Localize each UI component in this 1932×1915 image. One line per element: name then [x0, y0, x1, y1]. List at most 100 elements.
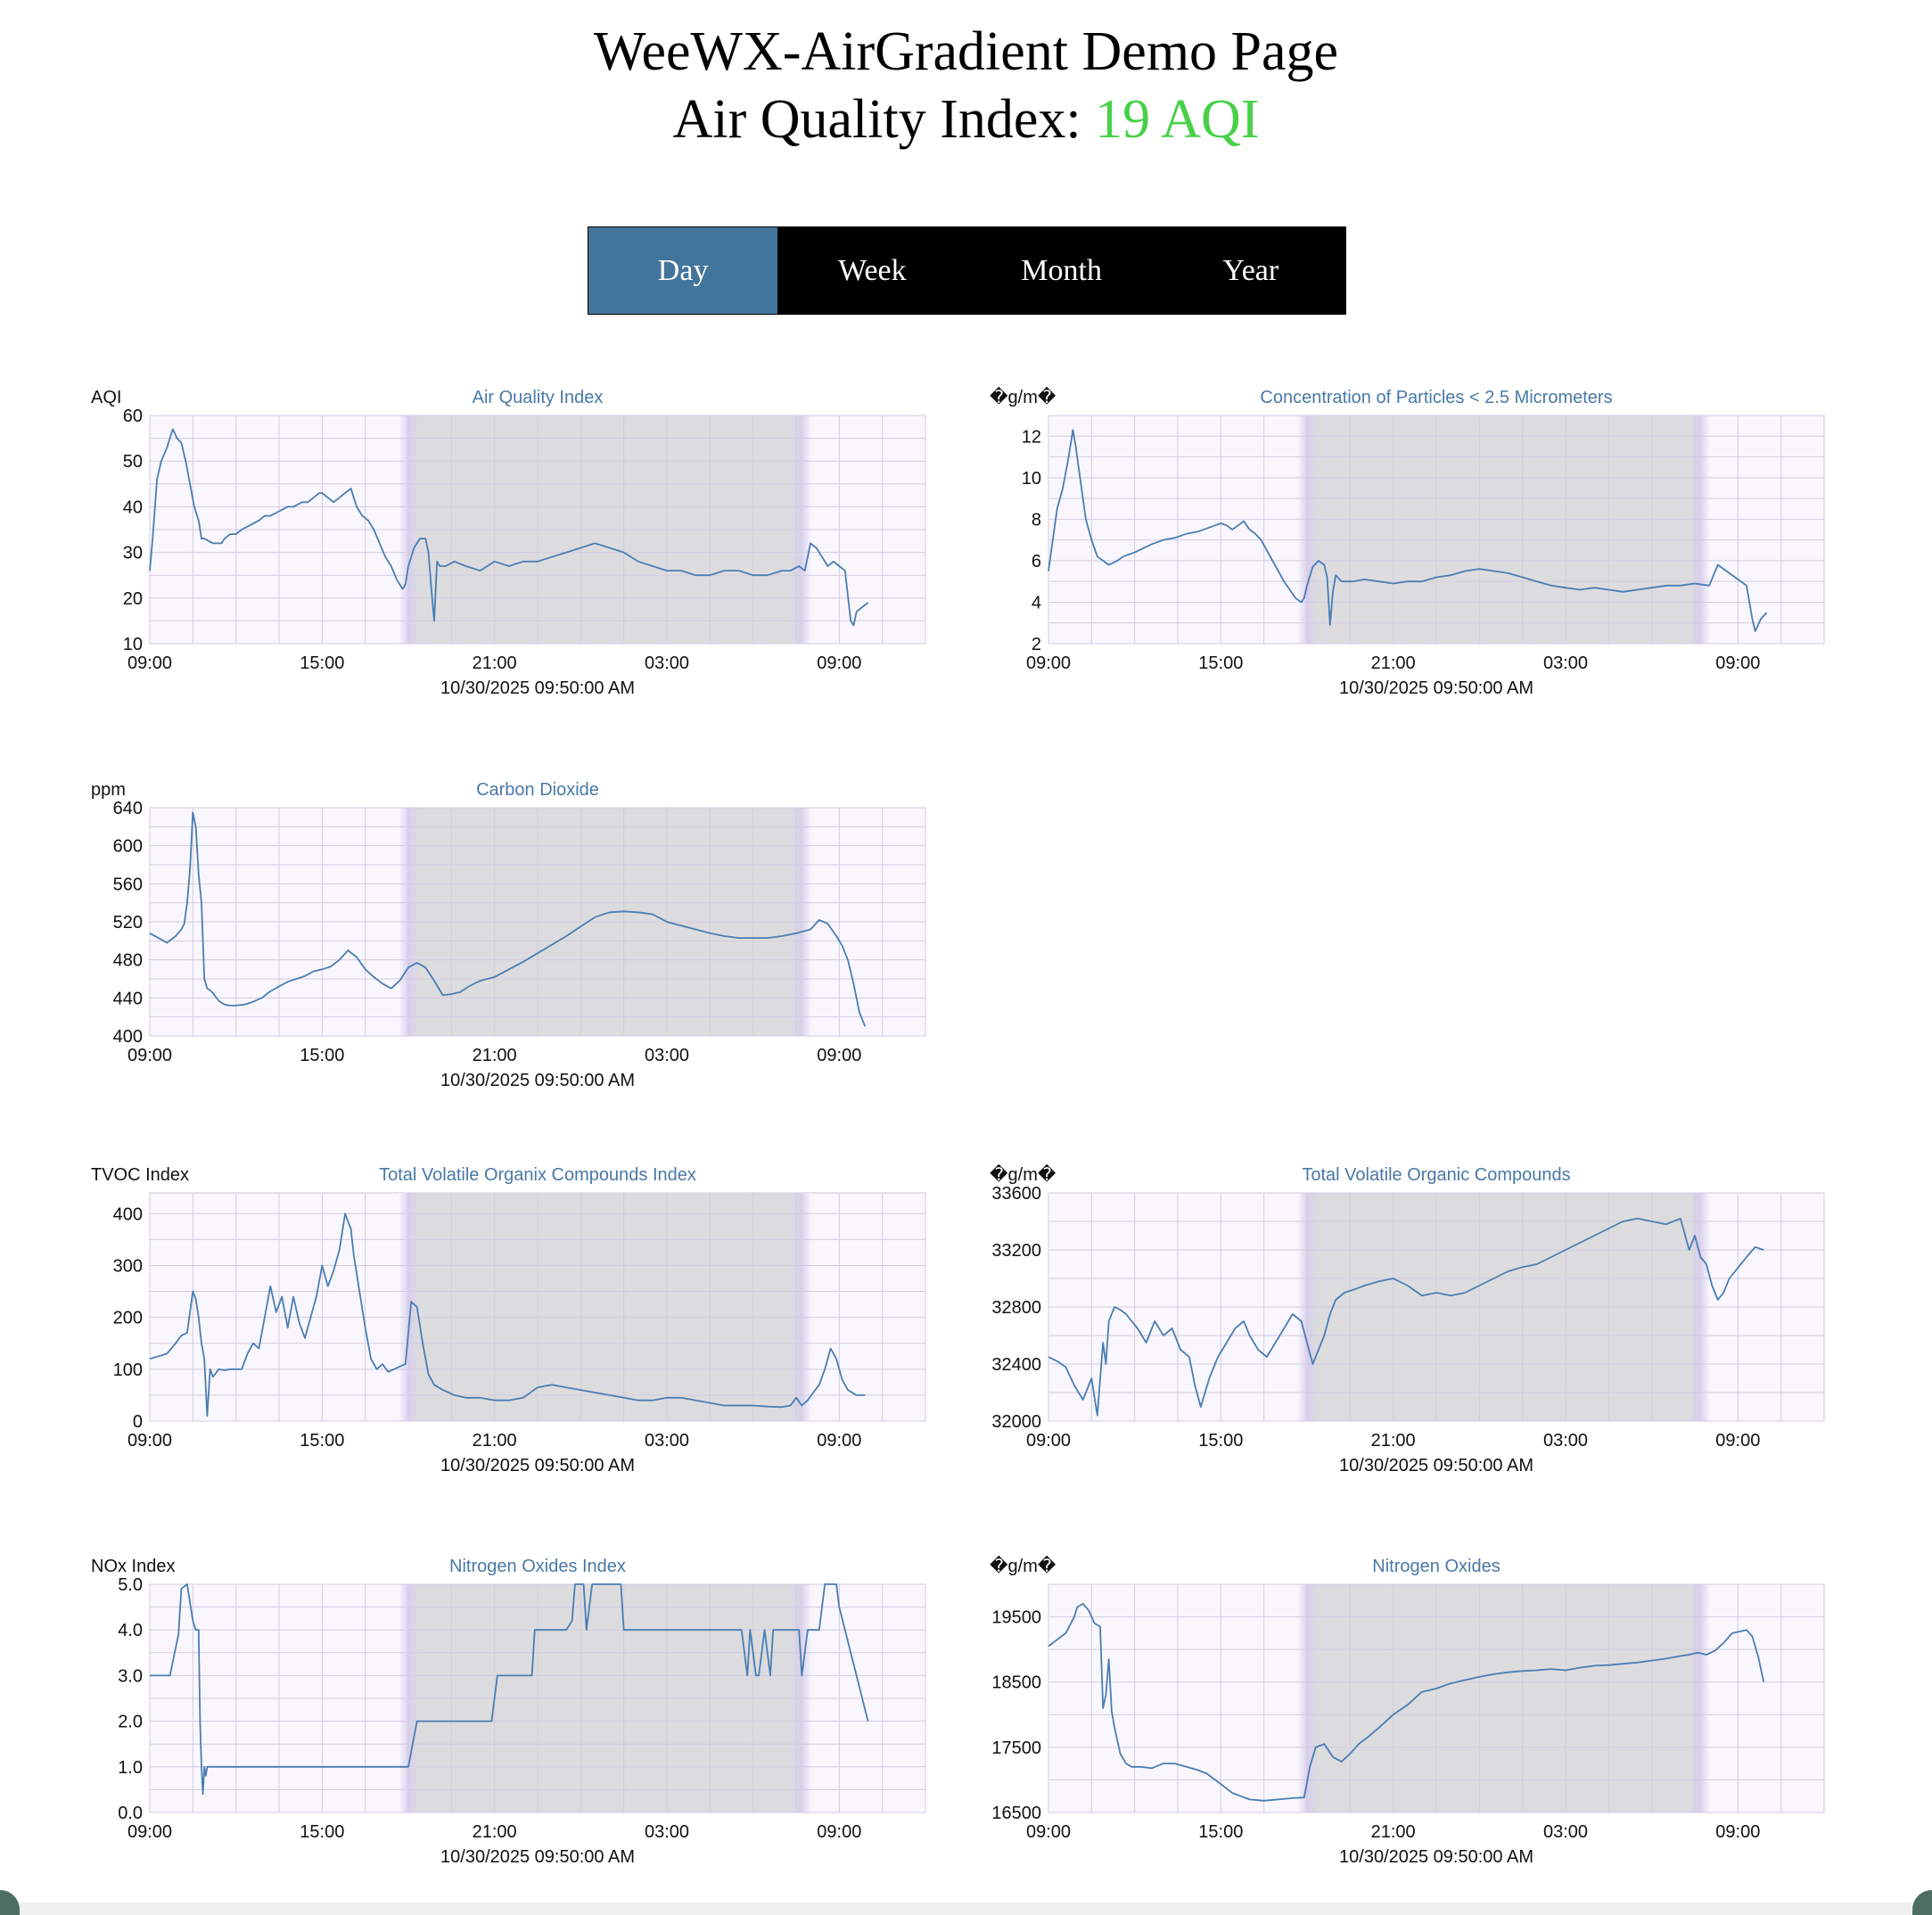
- y-tick-label: 32800: [991, 1298, 1041, 1318]
- x-tick-label: 09:00: [127, 1431, 172, 1451]
- x-tick-label: 09:00: [1715, 653, 1760, 673]
- y-tick-label: 30: [123, 544, 143, 563]
- tab-month[interactable]: Month: [967, 227, 1156, 314]
- x-tick-label: 21:00: [1371, 1431, 1416, 1451]
- x-tick-label: 09:00: [817, 1822, 861, 1842]
- x-tick-label: 09:00: [1715, 1431, 1760, 1451]
- x-tick-label: 21:00: [473, 1046, 517, 1065]
- chart-svg: 32000 32400 32800 33200 33600 09:00 15:00 21:00…: [990, 1163, 1825, 1475]
- chart-timestamp: 10/30/2025 09:50:00 AM: [1339, 1847, 1533, 1867]
- chart-svg: 2 4 6 8 10 12 09:00 15:00 21:00 03:00 09:00 �g/m� Co…: [990, 386, 1825, 698]
- chart-timestamp: 10/30/2025 09:50:00 AM: [440, 1847, 635, 1867]
- y-axis-label: �g/m�: [990, 386, 1056, 407]
- y-tick-label: 17500: [991, 1738, 1041, 1758]
- chart-title: Nitrogen Oxides: [1372, 1557, 1500, 1576]
- x-tick-label: 09:00: [1026, 1822, 1071, 1842]
- x-tick-label: 03:00: [645, 1431, 689, 1451]
- y-tick-label: 19500: [991, 1608, 1041, 1628]
- chart-timestamp: 10/30/2025 09:50:00 AM: [440, 678, 635, 698]
- aqi-summary: Air Quality Index: 19 AQI: [0, 86, 1932, 153]
- page-frame: WeeWX-AirGradient Demo Page Air Quality …: [0, 0, 1932, 1915]
- night-band: [1297, 415, 1711, 644]
- x-tick-label: 21:00: [473, 1431, 517, 1451]
- x-tick-label: 03:00: [645, 1046, 689, 1065]
- y-axis-label: �g/m�: [990, 1163, 1056, 1185]
- y-tick-label: 0: [133, 1412, 143, 1432]
- x-tick-label: 15:00: [300, 1822, 344, 1842]
- chart-svg: 400 440 480 520 560 600 640 09:00 15:00 21:00 03:0…: [91, 780, 926, 1090]
- y-tick-label: 300: [113, 1256, 143, 1276]
- y-tick-label: 33600: [991, 1184, 1041, 1204]
- y-tick-label: 20: [123, 589, 143, 609]
- x-tick-label: 21:00: [473, 653, 517, 673]
- y-tick-label: 10: [123, 635, 143, 654]
- x-tick-label: 09:00: [1715, 1822, 1760, 1842]
- chart-nox-index: 0.0 1.0 2.0 3.0 4.0 5.0 09:00 15:00 21:00 03:00 09…: [82, 1545, 938, 1884]
- chart-timestamp: 10/30/2025 09:50:00 AM: [440, 1456, 635, 1475]
- x-tick-label: 09:00: [127, 653, 172, 673]
- chart-title: Total Volatile Organic Compounds: [1302, 1165, 1570, 1185]
- y-tick-label: 2.0: [118, 1713, 143, 1732]
- y-tick-label: 440: [113, 989, 143, 1008]
- y-tick-label: 400: [113, 1204, 143, 1224]
- x-tick-label: 09:00: [817, 1431, 861, 1451]
- chart-svg: 10 20 30 40 50 60 09:00 15:00 21:00 03:00 09:00 AQI…: [91, 388, 926, 698]
- x-tick-label: 03:00: [1543, 1822, 1588, 1842]
- chart-tvoc: 32000 32400 32800 33200 33600 09:00 15:00 21:00…: [981, 1154, 1837, 1492]
- page-title: WeeWX-AirGradient Demo Page: [593, 21, 1339, 82]
- y-tick-label: 8: [1032, 510, 1041, 530]
- y-tick-label: 4.0: [118, 1621, 143, 1640]
- chart-title: Nitrogen Oxides Index: [449, 1557, 626, 1576]
- chart-nox: 16500 17500 18500 19500 09:00 15:00 21:00 03:00…: [981, 1545, 1837, 1884]
- y-tick-label: 16500: [991, 1804, 1041, 1823]
- chart-carbon-dioxide: 400 440 480 520 560 600 640 09:00 15:00 21:00 03:0…: [82, 768, 938, 1107]
- chart-title: Carbon Dioxide: [476, 780, 599, 800]
- aqi-label: Air Quality Index:: [672, 89, 1096, 150]
- chart-air-quality-index: 10 20 30 40 50 60 09:00 15:00 21:00 03:00 09:00 AQI…: [82, 376, 938, 715]
- page-header: WeeWX-AirGradient Demo Page Air Quality …: [0, 18, 1932, 153]
- window-bottom-edge: [0, 1903, 1932, 1915]
- night-band: [1297, 1584, 1711, 1812]
- window-corner-right: [1912, 1890, 1932, 1915]
- y-tick-label: 33200: [991, 1241, 1041, 1261]
- y-tick-label: 3.0: [118, 1666, 143, 1686]
- y-tick-label: 40: [123, 497, 143, 517]
- y-tick-label: 50: [123, 452, 143, 472]
- x-tick-label: 03:00: [1543, 653, 1588, 673]
- y-tick-label: 560: [113, 875, 143, 894]
- aqi-value: 19 AQI: [1095, 89, 1260, 150]
- chart-pm25: 2 4 6 8 10 12 09:00 15:00 21:00 03:00 09:00 �g/m� Co…: [981, 376, 1837, 715]
- y-tick-label: 6: [1032, 552, 1041, 571]
- y-axis-label: �g/m�: [990, 1555, 1056, 1576]
- x-tick-label: 09:00: [1026, 1431, 1071, 1451]
- x-tick-label: 15:00: [300, 1046, 344, 1065]
- x-tick-label: 15:00: [1198, 653, 1243, 673]
- y-tick-label: 480: [113, 951, 143, 971]
- tab-year[interactable]: Year: [1156, 227, 1345, 314]
- y-tick-label: 32400: [991, 1355, 1041, 1375]
- y-tick-label: 32000: [991, 1412, 1041, 1432]
- chart-svg: 0 100 200 300 400 09:00 15:00 21:00 03:00 09:00 TV…: [91, 1165, 926, 1475]
- x-tick-label: 21:00: [1371, 1822, 1416, 1842]
- y-tick-label: 0.0: [118, 1804, 143, 1823]
- x-tick-label: 09:00: [1026, 653, 1071, 673]
- y-axis-label: TVOC Index: [91, 1165, 189, 1185]
- chart-timestamp: 10/30/2025 09:50:00 AM: [440, 1071, 635, 1090]
- chart-svg: 0.0 1.0 2.0 3.0 4.0 5.0 09:00 15:00 21:00 03:00 09…: [91, 1557, 926, 1867]
- x-tick-label: 21:00: [1371, 653, 1416, 673]
- tab-week[interactable]: Week: [777, 227, 966, 314]
- window-corner-left: [0, 1890, 20, 1915]
- y-tick-label: 60: [123, 407, 143, 426]
- tab-day[interactable]: Day: [588, 227, 778, 314]
- x-tick-label: 15:00: [300, 1431, 344, 1451]
- x-tick-label: 09:00: [817, 653, 861, 673]
- x-tick-label: 03:00: [645, 1822, 689, 1842]
- x-tick-label: 21:00: [473, 1822, 517, 1842]
- period-tabs: Day Week Month Year: [588, 226, 1346, 315]
- chart-title: Concentration of Particles < 2.5 Microme…: [1260, 388, 1612, 407]
- y-tick-label: 12: [1022, 427, 1041, 447]
- chart-svg: 16500 17500 18500 19500 09:00 15:00 21:00 03:00…: [990, 1555, 1825, 1867]
- y-axis-label: ppm: [91, 780, 126, 800]
- y-tick-label: 600: [113, 837, 143, 857]
- x-tick-label: 03:00: [1543, 1431, 1588, 1451]
